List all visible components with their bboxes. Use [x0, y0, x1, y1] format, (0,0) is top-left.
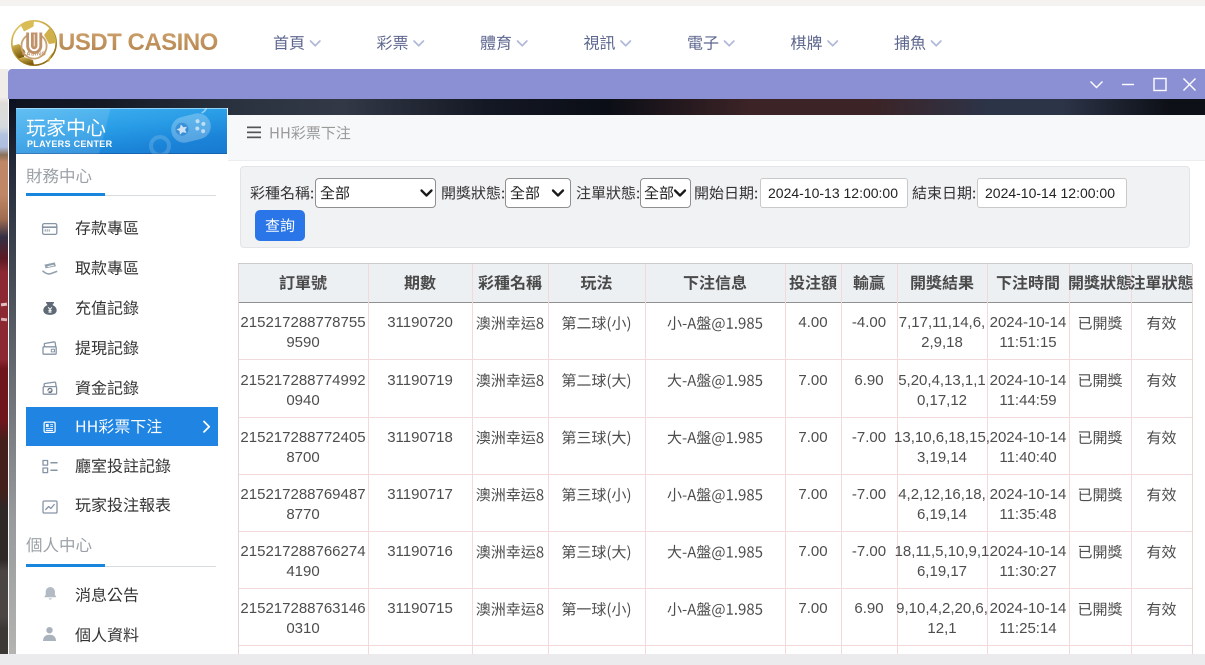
svg-text:CASINO: CASINO [22, 52, 46, 58]
